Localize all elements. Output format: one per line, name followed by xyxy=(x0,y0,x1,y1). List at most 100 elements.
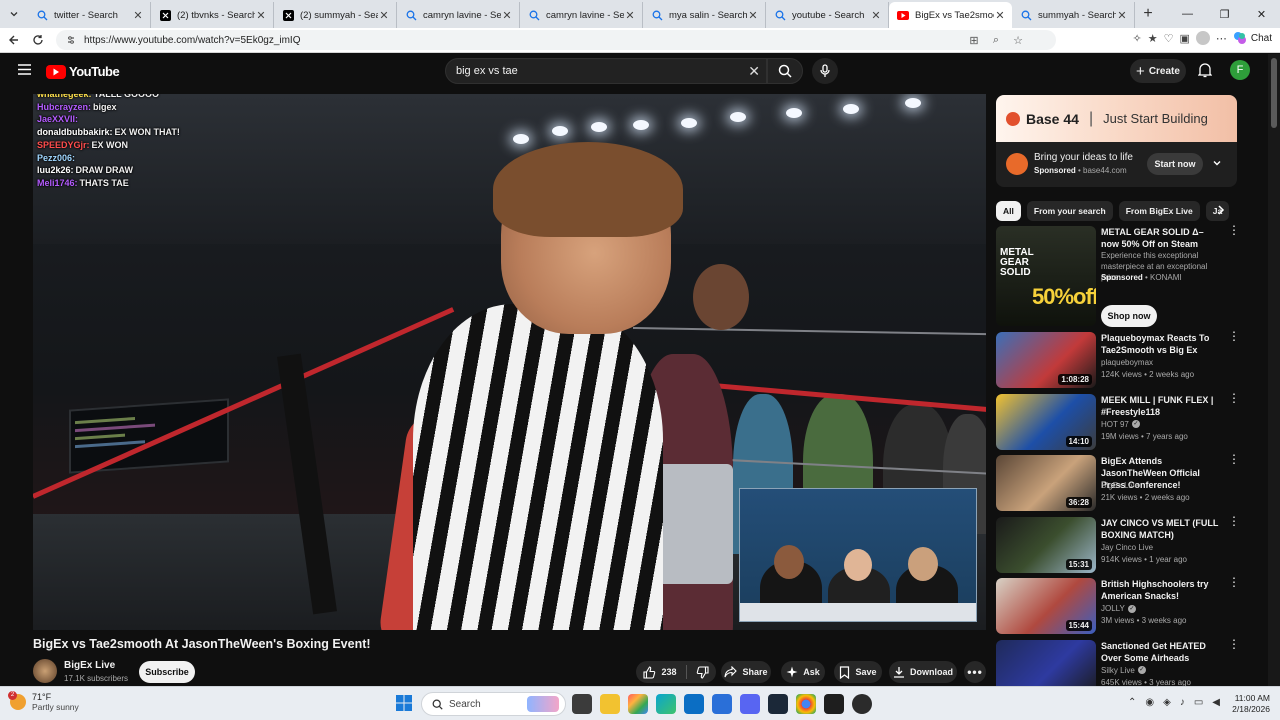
video-menu-icon[interactable]: ⋮ xyxy=(1228,515,1240,527)
page-scrollbar[interactable] xyxy=(1268,54,1280,686)
app-icon[interactable] xyxy=(852,694,872,714)
related-video[interactable]: 14:10 MEEK MILL | FUNK FLEX | #Freestyle1… xyxy=(996,392,1240,452)
browser-tab[interactable]: camryn lavine - Search✕ xyxy=(397,2,520,28)
network-icon[interactable]: ◉ xyxy=(1145,697,1154,708)
share-button[interactable]: Share xyxy=(721,661,771,683)
sidebar-ad[interactable]: Base 44 | Just Start Building Bring your… xyxy=(996,95,1237,187)
zoom-icon[interactable]: ⌕ xyxy=(988,32,1004,48)
related-video[interactable]: 15:31 JAY CINCO VS MELT (FULL BOXING MATC… xyxy=(996,515,1240,575)
close-tab-icon[interactable]: ✕ xyxy=(501,9,513,22)
volume-icon[interactable]: ◀ xyxy=(1212,697,1220,708)
channel-name[interactable]: Jay Cinco Live xyxy=(1101,543,1153,552)
start-now-button[interactable]: Start now xyxy=(1147,153,1203,175)
close-tab-icon[interactable]: ✕ xyxy=(378,9,390,22)
chrome-icon[interactable] xyxy=(796,694,816,714)
youtube-logo[interactable]: YouTube xyxy=(46,64,120,79)
show-hidden-icons[interactable]: ⌃ xyxy=(1128,697,1136,708)
start-button[interactable] xyxy=(396,695,412,711)
reload-button[interactable] xyxy=(26,28,50,52)
shop-now-button[interactable]: Shop now xyxy=(1101,305,1157,327)
create-button[interactable]: + Create xyxy=(1130,59,1186,83)
more-menu-icon[interactable]: ⋯ xyxy=(1216,32,1227,45)
close-tab-icon[interactable]: ✕ xyxy=(747,9,759,22)
chips-next-button[interactable] xyxy=(1214,203,1228,217)
channel-name[interactable]: plaqueboymax xyxy=(1101,358,1153,367)
search-input[interactable]: big ex vs tae ✕ xyxy=(445,58,767,84)
related-video[interactable]: 36:28 BigEx Attends JasonTheWeen Official… xyxy=(996,453,1240,513)
channel-name[interactable]: Silky Live xyxy=(1101,666,1135,675)
filter-chip[interactable]: From your search xyxy=(1026,201,1113,221)
video-menu-icon[interactable]: ⋮ xyxy=(1228,330,1240,342)
video-menu-icon[interactable]: ⋮ xyxy=(1228,224,1240,236)
outlook-icon[interactable] xyxy=(684,694,704,714)
video-thumbnail[interactable]: 14:10 xyxy=(996,393,1096,450)
video-menu-icon[interactable]: ⋮ xyxy=(1228,638,1240,650)
video-player[interactable]: whatnegeek: YALLL GOOOO Hubcrayzen: bigex Ja… xyxy=(33,94,986,630)
video-menu-icon[interactable]: ⋮ xyxy=(1228,453,1240,465)
close-tab-icon[interactable]: ✕ xyxy=(1116,9,1128,22)
download-button[interactable]: Download xyxy=(889,661,957,683)
close-tab-icon[interactable]: ✕ xyxy=(994,9,1006,22)
video-title[interactable]: MEEK MILL | FUNK FLEX | #Freestyle118 xyxy=(1101,394,1221,418)
like-button[interactable]: 238 xyxy=(643,665,677,679)
search-button[interactable] xyxy=(767,58,803,84)
discord-icon[interactable] xyxy=(740,694,760,714)
video-thumbnail[interactable]: 36:28 xyxy=(996,455,1096,511)
voice-search-button[interactable] xyxy=(812,58,838,84)
video-menu-icon[interactable]: ⋮ xyxy=(1228,392,1240,404)
weather-widget[interactable]: 2 71°F Partly sunny xyxy=(8,691,79,712)
maximize-button[interactable]: ❐ xyxy=(1206,0,1243,28)
close-tab-icon[interactable]: ✕ xyxy=(255,9,267,22)
site-info-icon[interactable] xyxy=(66,35,76,45)
mic-icon[interactable]: ♪ xyxy=(1180,697,1185,708)
video-title[interactable]: JAY CINCO VS MELT (FULL BOXING MATCH) xyxy=(1101,517,1221,541)
clear-search-icon[interactable]: ✕ xyxy=(748,64,760,78)
video-thumbnail[interactable]: 15:31 xyxy=(996,516,1096,573)
channel-name[interactable]: BigEx Live xyxy=(64,660,115,671)
security-icon[interactable]: ◈ xyxy=(1163,697,1171,708)
performance-icon[interactable]: ♡ xyxy=(1164,32,1174,45)
video-title[interactable]: British Highschoolers try American Snack… xyxy=(1101,578,1221,602)
browser-tab[interactable]: youtube - Search ✕ xyxy=(766,2,889,28)
ask-button[interactable]: Ask xyxy=(781,661,825,683)
sponsored-thumbnail[interactable]: METAL GEAR SOLID 50%off xyxy=(996,226,1096,326)
display-icon[interactable]: ▭ xyxy=(1194,697,1203,708)
collections-icon[interactable]: ▣ xyxy=(1179,32,1189,45)
address-bar[interactable]: https://www.youtube.com/watch?v=5Ek0gz_i… xyxy=(56,30,1056,50)
video-title[interactable]: Plaqueboymax Reacts To Tae2Smooth vs Big… xyxy=(1101,332,1221,356)
filter-chip[interactable]: From BigEx Live xyxy=(1118,201,1200,221)
video-menu-icon[interactable]: ⋮ xyxy=(1228,576,1240,588)
tab-actions-menu-button[interactable] xyxy=(0,0,28,28)
favorite-star-icon[interactable]: ☆ xyxy=(1010,32,1026,48)
browser-tab[interactable]: (2) tbvnks - Search / X✕ xyxy=(151,2,274,28)
channel-name[interactable]: HOT 97 xyxy=(1101,420,1129,429)
browser-tab[interactable]: twitter - Search ✕ xyxy=(28,2,151,28)
video-thumbnail[interactable]: 1:08:28 xyxy=(996,332,1096,388)
video-thumbnail[interactable]: 15:44 xyxy=(996,578,1096,634)
extensions-icon[interactable]: ✧ xyxy=(1133,32,1142,45)
account-avatar[interactable]: F xyxy=(1230,60,1250,80)
browser-tab[interactable]: summyah - Search ✕ xyxy=(1012,2,1135,28)
ad-banner[interactable]: Base 44 | Just Start Building xyxy=(996,95,1237,142)
microsoft-store-icon[interactable] xyxy=(628,694,648,714)
taskbar-clock[interactable]: 11:00 AM 2/18/2026 xyxy=(1226,693,1270,715)
browser-tab[interactable]: (2) summyah - Search / X✕ xyxy=(274,2,397,28)
related-video[interactable]: 15:44 British Highschoolers try American … xyxy=(996,576,1240,636)
minimize-button[interactable]: — xyxy=(1169,0,1206,28)
filter-chip[interactable]: All xyxy=(996,201,1021,221)
dislike-button[interactable] xyxy=(696,665,709,679)
close-window-button[interactable]: ✕ xyxy=(1243,0,1280,28)
profile-avatar[interactable] xyxy=(1195,31,1210,45)
guide-menu-button[interactable] xyxy=(18,64,31,75)
channel-avatar[interactable] xyxy=(33,659,57,683)
nvidia-icon[interactable] xyxy=(824,694,844,714)
related-video[interactable]: 1:08:28 Plaqueboymax Reacts To Tae2Smooth… xyxy=(996,330,1240,390)
new-tab-button[interactable]: + xyxy=(1135,5,1161,23)
steam-icon[interactable] xyxy=(768,694,788,714)
copilot-chat-button[interactable]: Chat xyxy=(1233,31,1272,45)
more-actions-button[interactable]: ••• xyxy=(964,661,986,683)
ad-expand-button[interactable] xyxy=(1212,158,1222,168)
close-tab-icon[interactable]: ✕ xyxy=(870,9,882,22)
channel-name[interactable]: JOLLY xyxy=(1101,604,1125,613)
scrollbar-thumb[interactable] xyxy=(1271,58,1277,128)
